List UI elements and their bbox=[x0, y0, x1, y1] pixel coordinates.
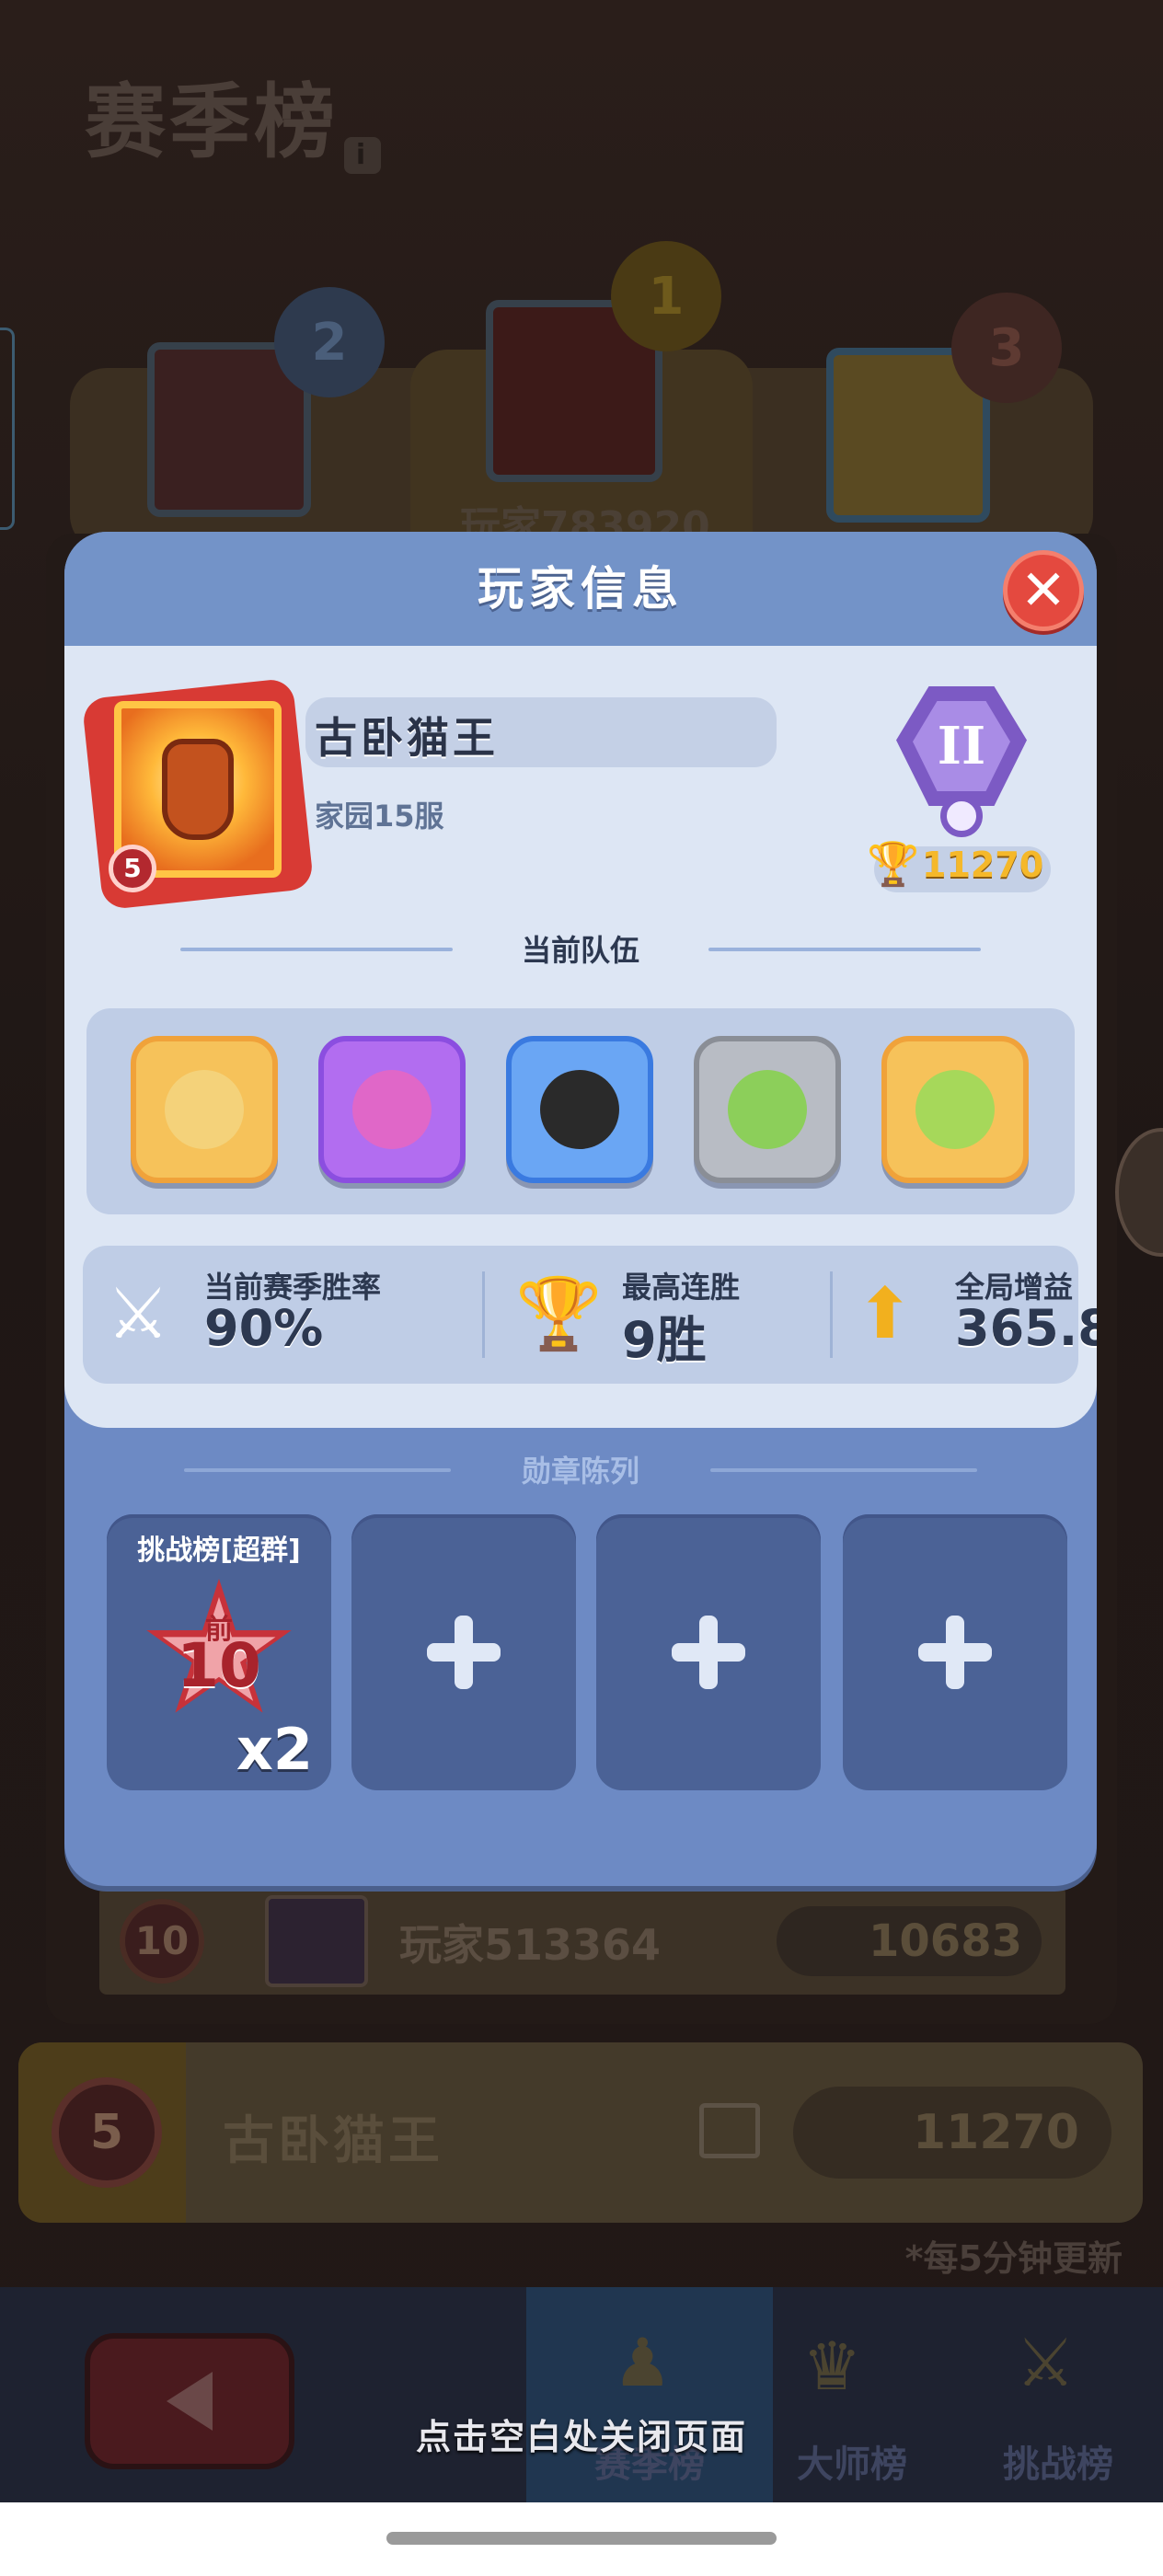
level-badge: 5 bbox=[109, 845, 156, 892]
bronze-medal-icon: 3 bbox=[951, 293, 1062, 403]
badge-slot-3[interactable] bbox=[596, 1514, 821, 1790]
silver-medal-icon: 2 bbox=[274, 287, 385, 397]
avatar[interactable]: 5 bbox=[81, 677, 315, 911]
side-handle[interactable] bbox=[0, 328, 15, 530]
team-panel bbox=[86, 1008, 1075, 1214]
hero-3-portrait bbox=[540, 1070, 619, 1149]
hero-5-portrait bbox=[915, 1070, 995, 1149]
gold-medal-icon: 1 bbox=[611, 241, 721, 351]
hero-2-portrait bbox=[352, 1070, 432, 1149]
swords-icon: ⚔ bbox=[1016, 2324, 1076, 2401]
plus-icon bbox=[427, 1616, 501, 1689]
badge-rank-number: 10 bbox=[177, 1630, 261, 1701]
my-rank-row[interactable]: 5 古卧猫王 11270 bbox=[18, 2042, 1143, 2223]
gift-icon[interactable] bbox=[699, 2103, 760, 2158]
close-button[interactable]: ✕ bbox=[1003, 550, 1084, 631]
hero-4-portrait bbox=[728, 1070, 807, 1149]
hero-slot-2[interactable] bbox=[318, 1036, 466, 1183]
trophy-icon: 🏆 bbox=[867, 839, 920, 889]
boost-icon: ⬆ bbox=[856, 1272, 915, 1354]
plus-icon bbox=[672, 1616, 745, 1689]
row-score: 10683 bbox=[777, 1906, 1042, 1976]
badge-count: x2 bbox=[236, 1716, 313, 1783]
hero-slot-1[interactable] bbox=[131, 1036, 278, 1183]
badge-title: 挑战榜[超群] bbox=[137, 1535, 301, 1567]
modal-title: 玩家信息 bbox=[478, 562, 684, 615]
stat-divider bbox=[830, 1271, 833, 1358]
player-name: 古卧猫王 bbox=[315, 713, 499, 763]
bottom-nav: ♟ 赛季榜 ♛ 大师榜 ⚔ 挑战榜 bbox=[0, 2287, 1163, 2502]
rank-badge: 10 bbox=[120, 1899, 204, 1984]
info-panel: 5 古卧猫王 家园15服 II 🏆 11270 当前队伍 ⚔ 当前赛季胜率 90… bbox=[64, 646, 1097, 1428]
rank-tier-badge[interactable]: II bbox=[892, 686, 1031, 837]
badge-slot-2[interactable] bbox=[351, 1514, 576, 1790]
close-icon: ✕ bbox=[1019, 558, 1067, 623]
my-score: 11270 bbox=[793, 2087, 1111, 2179]
screen-title: 赛季榜 i bbox=[85, 57, 382, 174]
my-rank-badge: 5 bbox=[52, 2077, 162, 2188]
stat-divider bbox=[482, 1271, 485, 1358]
player-server: 家园15服 bbox=[315, 799, 444, 834]
plus-icon bbox=[918, 1616, 992, 1689]
stat-value-winrate: 90% bbox=[204, 1299, 324, 1357]
close-hint[interactable]: 点击空白处关闭页面 bbox=[0, 2409, 1163, 2459]
divider bbox=[710, 1468, 977, 1472]
crown-icon: ♛ bbox=[802, 2328, 862, 2405]
stats-panel: ⚔ 当前赛季胜率 90% 🏆 最高连胜 9胜 ⬆ 全局增益 365.8% bbox=[83, 1246, 1097, 1384]
trophy-count: 11270 bbox=[922, 845, 1044, 885]
hero-slot-3[interactable] bbox=[506, 1036, 653, 1183]
modal-header: 玩家信息 bbox=[64, 532, 1097, 646]
player-info-modal: 玩家信息 ✕ 5 古卧猫王 家园15服 II 🏆 11270 当前队伍 ⚔ 当前… bbox=[64, 532, 1097, 1886]
avatar bbox=[265, 1895, 368, 1987]
pawn-icon: ♟ bbox=[613, 2324, 673, 2401]
badge-slot-4[interactable] bbox=[843, 1514, 1067, 1790]
info-icon[interactable]: i bbox=[344, 137, 382, 174]
home-indicator[interactable] bbox=[386, 2532, 777, 2545]
stat-value-streak: 9胜 bbox=[622, 1311, 707, 1369]
robot-icon bbox=[162, 739, 234, 840]
hero-slot-5[interactable] bbox=[881, 1036, 1029, 1183]
hero-1-portrait bbox=[165, 1070, 244, 1149]
badge-slot-1[interactable]: 挑战榜[超群] 前 10 x2 bbox=[107, 1514, 331, 1790]
leaderboard-row[interactable]: 10 玩家513364 10683 bbox=[99, 1886, 1065, 1995]
stat-value-boost: 365.8% bbox=[955, 1299, 1097, 1357]
row-player-name: 玩家513364 bbox=[399, 1920, 662, 1970]
divider bbox=[708, 948, 981, 951]
update-note: *每5分钟更新 bbox=[904, 2238, 1123, 2279]
my-player-name: 古卧猫王 bbox=[223, 2111, 443, 2171]
trophy-icon: 🏆 bbox=[515, 1272, 603, 1354]
rank-gem-icon bbox=[940, 795, 983, 837]
hero-slot-4[interactable] bbox=[694, 1036, 841, 1183]
crossed-swords-icon: ⚔ bbox=[107, 1272, 170, 1354]
